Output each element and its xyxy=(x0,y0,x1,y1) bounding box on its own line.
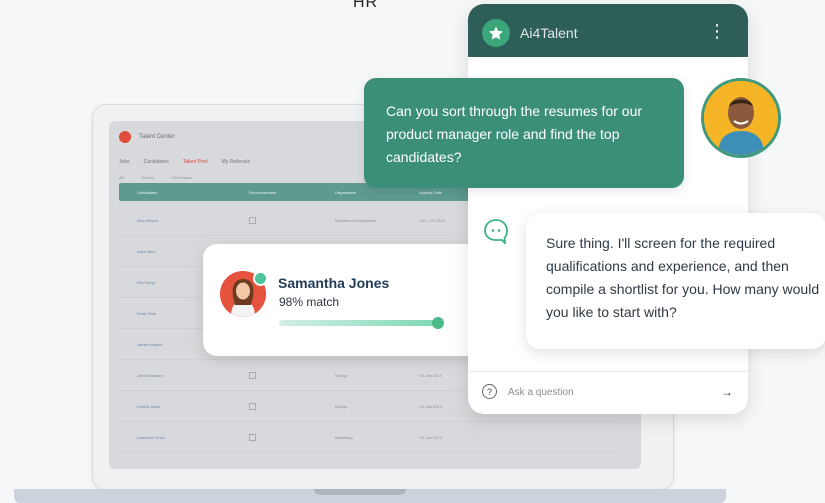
row-name: James Waters xyxy=(137,342,163,347)
app-tabs: Jobs Candidates Talent Pool My Referrals xyxy=(119,159,250,165)
filter-first-name[interactable]: First Name xyxy=(172,175,192,180)
candidate-name: Samantha Jones xyxy=(278,275,390,291)
tab-talent-pool[interactable]: Talent Pool xyxy=(183,159,208,165)
user-message-text: Can you sort through the resumes for our… xyxy=(386,103,643,165)
row-date: XX Jan 2019 xyxy=(419,373,442,378)
chat-title: Ai4Talent xyxy=(520,25,578,41)
row-name: Alex Wilson xyxy=(137,218,158,223)
user-avatar xyxy=(701,78,781,158)
row-name: Arjun Bani xyxy=(137,249,156,254)
tab-jobs[interactable]: Jobs xyxy=(119,159,130,165)
column-header-applied-date[interactable]: Applied Date xyxy=(419,190,442,195)
app-bar: Talent Center xyxy=(119,131,175,143)
chat-header: Ai4Talent ⋮ xyxy=(468,4,748,57)
star-logo-icon xyxy=(482,19,510,47)
row-department: Design xyxy=(335,404,348,409)
column-header-recommended[interactable]: Recommended xyxy=(249,190,276,195)
row-department: Design xyxy=(335,373,348,378)
row-date: XXX, XX 2019 xyxy=(419,218,445,223)
talent-center-logo-icon xyxy=(119,131,131,143)
filter-sort-by: Sort by xyxy=(141,175,155,180)
bot-message-bubble: Sure thing. I'll screen for the required… xyxy=(526,213,825,349)
match-progress-knob xyxy=(432,317,444,329)
candidate-match-card[interactable]: Samantha Jones 98% match xyxy=(203,244,503,356)
row-checkbox[interactable] xyxy=(249,403,256,410)
row-name: Lawrence Chen xyxy=(137,435,166,440)
row-checkbox[interactable] xyxy=(249,217,256,224)
row-name: Elle Flung xyxy=(137,280,155,285)
top-fragment-text: HR xyxy=(353,0,379,11)
user-message-bubble: Can you sort through the resumes for our… xyxy=(364,78,684,188)
app-filters: All Sort by First Name xyxy=(119,175,192,180)
row-department: Business Development xyxy=(335,218,376,223)
tab-my-referrals[interactable]: My Referrals xyxy=(222,159,250,165)
chat-panel: Ai4Talent ⋮ ? → xyxy=(468,4,748,414)
chat-footer-divider xyxy=(468,371,748,372)
bot-message-text: Sure thing. I'll screen for the required… xyxy=(546,235,820,320)
row-name: Emily Park xyxy=(137,311,157,316)
row-name: John Abraham xyxy=(137,373,163,378)
row-date: XX Jan 2019 xyxy=(419,404,442,409)
arrow-right-icon[interactable]: → xyxy=(721,385,733,399)
chat-question-input[interactable] xyxy=(506,383,710,401)
row-date: XX Jan 2019 xyxy=(419,435,442,440)
match-progress-bar xyxy=(279,320,444,326)
bot-chat-icon xyxy=(483,218,509,246)
column-header-department[interactable]: Department xyxy=(335,190,356,195)
row-department: Marketing xyxy=(335,435,353,440)
table-row[interactable]: Lawrence Chen Marketing XX Jan 2019 xyxy=(119,422,619,453)
filter-all[interactable]: All xyxy=(119,175,123,180)
online-status-indicator xyxy=(253,271,268,286)
column-header-candidates[interactable]: Candidates xyxy=(137,190,157,195)
laptop-notch xyxy=(314,489,406,495)
row-checkbox[interactable] xyxy=(249,434,256,441)
tab-candidates[interactable]: Candidates xyxy=(144,159,169,165)
candidate-match-score: 98% match xyxy=(279,295,340,309)
kebab-menu-icon[interactable]: ⋮ xyxy=(708,22,726,40)
row-name: Karthik Iswar xyxy=(137,404,161,409)
app-title: Talent Center xyxy=(139,134,175,140)
question-circle-icon[interactable]: ? xyxy=(482,384,497,399)
row-checkbox[interactable] xyxy=(249,372,256,379)
